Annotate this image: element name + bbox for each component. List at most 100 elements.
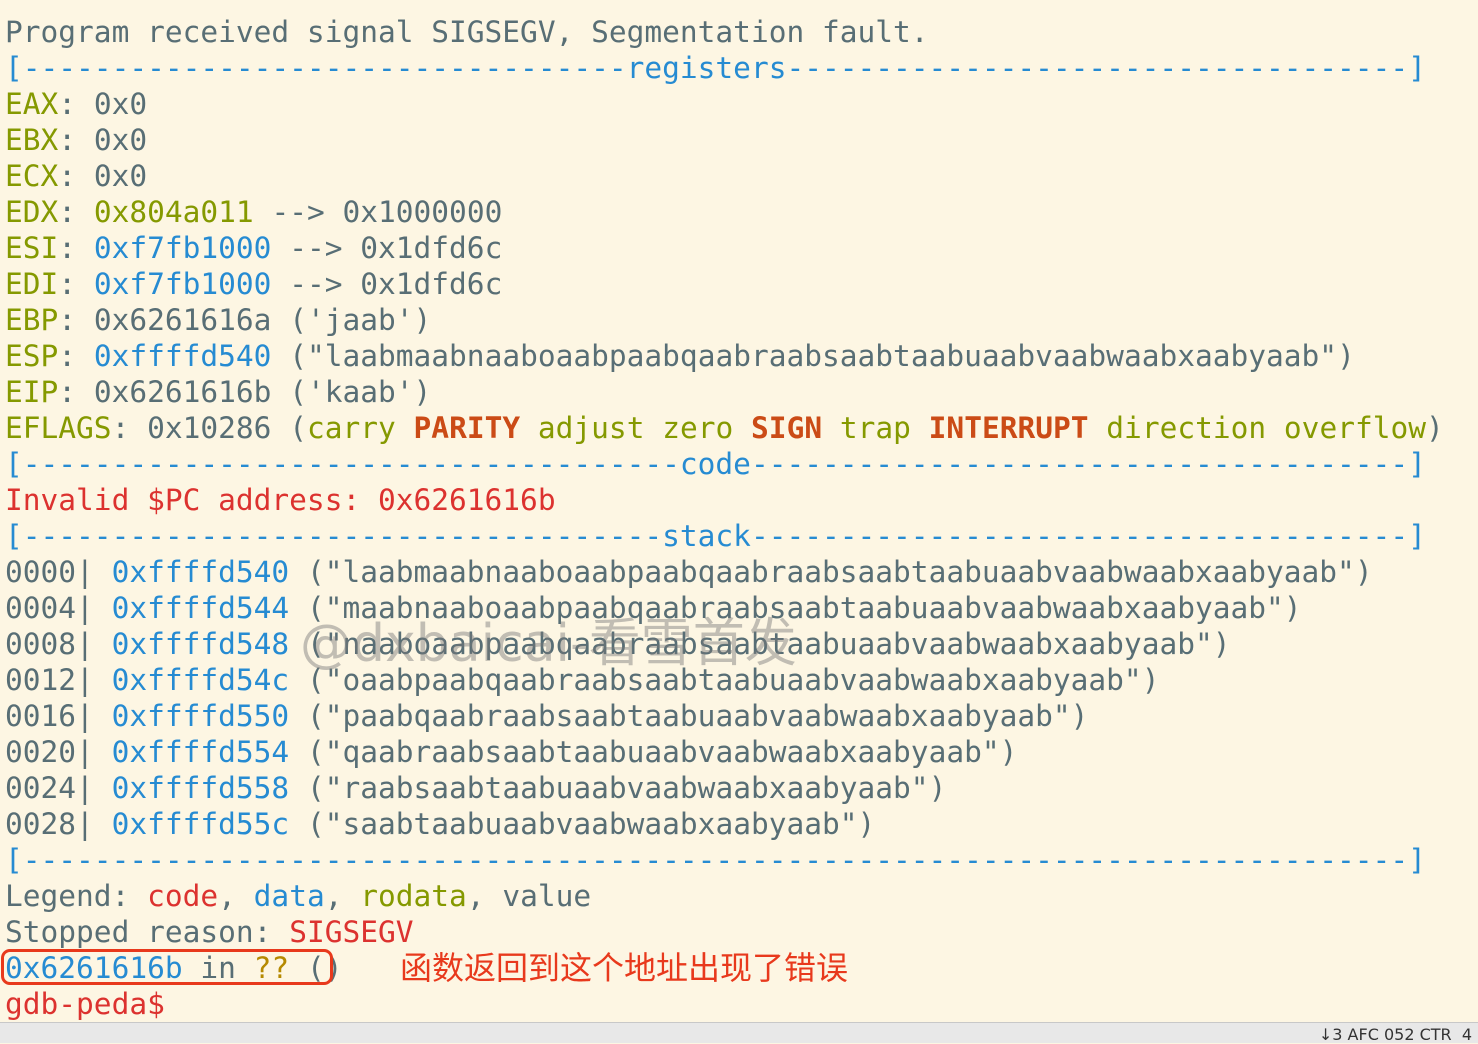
stack-address: 0xffffd558 <box>111 771 290 805</box>
stack-offset: 0020 <box>5 735 77 769</box>
eflags-name: EFLAGS <box>5 411 112 445</box>
stack-offset: 0008 <box>5 627 77 661</box>
watermark: @dxbaicai-看雪首发 <box>300 614 797 674</box>
separator-stack: [------------------------------------sta… <box>5 519 1426 553</box>
eflags-row: EFLAGS: 0x10286 (carry PARITY adjust zer… <box>5 410 1475 446</box>
stack-pipe: | <box>76 555 112 589</box>
legend-rodata: rodata <box>360 879 467 913</box>
register-row: EBX: 0x0 <box>5 122 1475 158</box>
register-row: ECX: 0x0 <box>5 158 1475 194</box>
register-name: EBX <box>5 123 59 157</box>
register-deref: ('kaab') <box>289 375 432 409</box>
legend-data: data <box>253 879 325 913</box>
legend-row: Legend: code, data, rodata, value <box>5 879 592 913</box>
separator-code: [-------------------------------------co… <box>5 447 1426 481</box>
stack-string: ("laabmaabnaaboaabpaabqaabraabsaabtaabua… <box>306 555 1373 589</box>
eflag-zero: zero <box>662 411 734 445</box>
register-name: ESI <box>5 231 59 265</box>
eflag-interrupt: INTERRUPT <box>928 411 1089 445</box>
register-value: 0x0 <box>93 87 148 121</box>
legend-value: value <box>502 879 592 913</box>
stack-row: 0020| 0xffffd554 ("qaabraabsaabtaabuaabv… <box>5 734 1475 770</box>
stack-address: 0xffffd54c <box>111 663 290 697</box>
stack-pipe: | <box>76 663 112 697</box>
register-row: EDI: 0xf7fb1000 --> 0x1dfd6c <box>5 266 1475 302</box>
register-name: EIP <box>5 375 59 409</box>
register-name: EDX <box>5 195 59 229</box>
stack-address: 0xffffd540 <box>111 555 290 589</box>
legend-label: Legend: <box>5 879 130 913</box>
stack-offset: 0024 <box>5 771 77 805</box>
stack-offset: 0004 <box>5 591 77 625</box>
eflag-direction: direction <box>1106 411 1267 445</box>
eflags-colon: : <box>111 411 148 445</box>
stack-list: 0000| 0xffffd540 ("laabmaabnaaboaabpaabq… <box>5 554 1475 842</box>
register-value: 0xffffd540 <box>93 339 272 373</box>
stopped-reason: SIGSEGV <box>289 915 414 949</box>
gdb-prompt[interactable]: gdb-peda$ <box>5 986 1475 1022</box>
register-value: 0x0 <box>93 159 148 193</box>
stack-row: 0016| 0xffffd550 ("paabqaabraabsaabtaabu… <box>5 698 1475 734</box>
status-bar-text: ↓3 AFC 052 CTR 4 <box>1318 1025 1472 1044</box>
eflags-close: ) <box>1426 411 1444 445</box>
stack-pipe: | <box>76 591 112 625</box>
stack-address: 0xffffd550 <box>111 699 290 733</box>
stack-string: ("raabsaabtaabuaabvaabwaabxaabyaab") <box>306 771 947 805</box>
stack-offset: 0012 <box>5 663 77 697</box>
register-colon: : <box>58 159 94 193</box>
stack-string: ("qaabraabsaabtaabuaabvaabwaabxaabyaab") <box>306 735 1018 769</box>
register-name: EBP <box>5 303 59 337</box>
register-colon: : <box>58 123 94 157</box>
eflag-trap: trap <box>839 411 911 445</box>
terminal-output: Program received signal SIGSEGV, Segment… <box>5 14 1475 1022</box>
stack-offset: 0028 <box>5 807 77 841</box>
register-row: ESP: 0xffffd540 ("laabmaabnaaboaabpaabqa… <box>5 338 1475 374</box>
register-row: EBP: 0x6261616a ('jaab') <box>5 302 1475 338</box>
signal-message: Program received signal SIGSEGV, Segment… <box>5 15 929 49</box>
register-deref: --> 0x1dfd6c <box>289 231 503 265</box>
eflag-overflow: overflow <box>1283 411 1427 445</box>
eflag-adjust: adjust <box>537 411 645 445</box>
eflags-value: 0x10286 <box>147 411 272 445</box>
register-colon: : <box>58 375 94 409</box>
stack-row: 0024| 0xffffd558 ("raabsaabtaabuaabvaabw… <box>5 770 1475 806</box>
register-deref: --> 0x1dfd6c <box>289 267 503 301</box>
legend-code: code <box>147 879 219 913</box>
register-value: 0xf7fb1000 <box>93 231 272 265</box>
eflag-sign: SIGN <box>751 411 823 445</box>
stack-pipe: | <box>76 771 112 805</box>
eflag-carry: carry <box>306 411 396 445</box>
register-name: EAX <box>5 87 59 121</box>
register-value: 0x6261616b <box>93 375 272 409</box>
stack-pipe: | <box>76 699 112 733</box>
stack-string: ("paabqaabraabsaabtaabuaabvaabwaabxaabya… <box>306 699 1089 733</box>
register-row: EIP: 0x6261616b ('kaab') <box>5 374 1475 410</box>
stack-string: ("saabtaabuaabvaabwaabxaabyaab") <box>306 807 876 841</box>
separator-end: [---------------------------------------… <box>5 843 1426 877</box>
register-value: 0x804a011 <box>93 195 254 229</box>
stopped-reason-row: Stopped reason: SIGSEGV <box>5 914 1475 950</box>
stack-offset: 0016 <box>5 699 77 733</box>
register-row: EAX: 0x0 <box>5 86 1475 122</box>
stack-pipe: | <box>76 735 112 769</box>
annotation-text: 函数返回到这个地址出现了错误 <box>400 949 849 987</box>
register-colon: : <box>58 87 94 121</box>
register-value: 0xf7fb1000 <box>93 267 272 301</box>
stack-pipe: | <box>76 627 112 661</box>
separator-registers: [----------------------------------regis… <box>5 51 1426 85</box>
register-colon: : <box>58 267 94 301</box>
highlight-box <box>1 949 333 985</box>
register-deref: ("laabmaabnaaboaabpaabqaabraabsaabtaabua… <box>289 339 1355 373</box>
eflag-parity: PARITY <box>413 411 521 445</box>
stopped-label: Stopped reason: <box>5 915 272 949</box>
register-row: ESI: 0xf7fb1000 --> 0x1dfd6c <box>5 230 1475 266</box>
code-error: Invalid $PC address: 0x6261616b <box>5 483 556 517</box>
register-value: 0x0 <box>93 123 148 157</box>
stack-address: 0xffffd55c <box>111 807 290 841</box>
stack-offset: 0000 <box>5 555 77 589</box>
register-colon: : <box>58 231 94 265</box>
register-colon: : <box>58 339 94 373</box>
register-colon: : <box>58 303 94 337</box>
stack-address: 0xffffd544 <box>111 591 290 625</box>
register-name: ECX <box>5 159 59 193</box>
